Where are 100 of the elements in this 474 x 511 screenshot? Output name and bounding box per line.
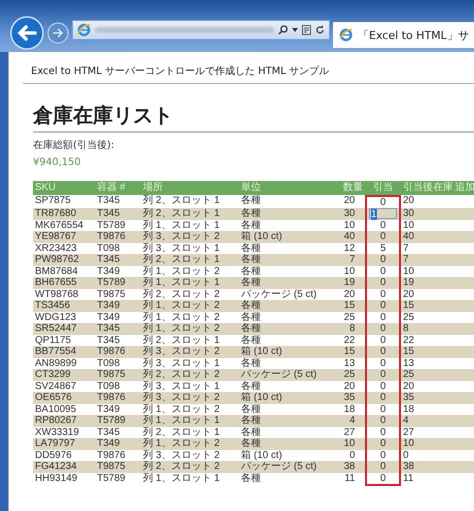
table-cell-text: QP1175 xyxy=(34,334,72,346)
refresh-icon[interactable] xyxy=(315,25,325,35)
table-cell-text: 各種 xyxy=(240,323,262,334)
table-cell-text: 各種 xyxy=(240,277,262,288)
table-cell-text: 10 xyxy=(342,220,356,231)
table-cell-text: 35 xyxy=(342,392,356,404)
browser-logo-icon xyxy=(77,23,91,37)
column-header[interactable]: 場所 xyxy=(141,181,239,194)
table-cell-text: 27 xyxy=(402,426,416,438)
table-cell-text: パッケージ (5 ct) xyxy=(240,369,318,380)
page-icon xyxy=(339,28,353,42)
table-cell-text: 各種 xyxy=(240,254,262,266)
table-cell-text: 7 xyxy=(402,242,410,254)
column-header[interactable]: 引当 xyxy=(365,181,401,194)
table-cell-text: 列 1、スロット 1 xyxy=(142,277,221,288)
table-cell-text: T349 xyxy=(96,300,121,312)
table-cell-text: 各種 xyxy=(240,194,262,208)
table-cell-text: LA79797 xyxy=(34,438,76,450)
column-header[interactable]: 引当後在庫 xyxy=(401,181,453,194)
table-cell-text: T9876 xyxy=(96,450,126,461)
table-cell-text: 25 xyxy=(342,369,356,380)
table-cell-text: XW33319 xyxy=(34,426,80,438)
table-cell-text: 列 3、スロット 1 xyxy=(142,380,221,392)
table-cell-text: CT3299 xyxy=(34,369,72,380)
table-cell-text: 10 xyxy=(402,438,416,450)
page-title: 倉庫在庫リスト xyxy=(33,102,474,133)
table-cell-text: 箱 (10 ct) xyxy=(240,346,284,358)
table-cell-text: T5789 xyxy=(96,472,126,486)
table-cell-text: 列 1、スロット 2 xyxy=(142,312,221,323)
table-cell-text: T345 xyxy=(96,208,121,220)
table-cell-text: 13 xyxy=(342,358,356,369)
table-cell-text: T5789 xyxy=(96,277,126,288)
table-cell-text: RP80267 xyxy=(34,415,78,426)
table-cell-text: 各種 xyxy=(240,266,262,277)
table-cell-text: T098 xyxy=(96,380,121,392)
table-cell-text: PW98762 xyxy=(34,254,80,266)
table-cell-text: 18 xyxy=(402,404,416,415)
table-cell-text: 列 3、スロット 2 xyxy=(142,392,221,404)
allocation-input[interactable]: 1 xyxy=(369,208,397,219)
table-cell-text: 20 xyxy=(342,194,356,208)
table-cell-text: TS3456 xyxy=(34,300,72,312)
table-cell-text: SR52447 xyxy=(34,323,78,334)
table-cell-text: T9876 xyxy=(96,392,126,404)
search-icon[interactable] xyxy=(278,25,288,35)
column-header[interactable]: 容器 # xyxy=(95,181,141,194)
table-cell-text: HH93149 xyxy=(34,472,78,486)
table-cell-text: 8 xyxy=(402,323,410,334)
table-cell-text: OE6576 xyxy=(34,392,73,404)
back-icon[interactable] xyxy=(10,16,44,50)
table-cell-text: WDG123 xyxy=(34,312,78,323)
forward-icon[interactable] xyxy=(47,22,69,44)
column-header[interactable]: 追加 xyxy=(453,181,474,194)
table-cell-text: 箱 (10 ct) xyxy=(240,450,284,461)
table-cell-text: T345 xyxy=(96,323,121,334)
table-cell-text: T9876 xyxy=(96,346,126,358)
table-cell-text: T349 xyxy=(96,438,121,450)
table-cell-text: T9876 xyxy=(96,231,126,242)
table-cell-text: 4 xyxy=(402,415,410,426)
table-cell-text: T349 xyxy=(96,404,121,415)
table-cell-text: パッケージ (5 ct) xyxy=(240,461,318,472)
table-cell-text: T9875 xyxy=(96,461,126,472)
column-header[interactable]: 単位 xyxy=(239,181,323,194)
table-cell-text: 各種 xyxy=(240,242,262,254)
table-cell-text: T349 xyxy=(96,312,121,323)
table-cell-text: 各種 xyxy=(240,334,262,346)
table-cell-text: 10 xyxy=(402,220,416,231)
table-cell-text: 各種 xyxy=(240,415,262,426)
table-cell-text: 20 xyxy=(402,380,416,392)
table-cell-text: 40 xyxy=(402,231,416,242)
table-cell-text: 列 1、スロット 2 xyxy=(142,323,221,334)
table-cell-text: 各種 xyxy=(240,300,262,312)
table-cell-text: 27 xyxy=(342,426,356,438)
table-cell-text: 列 2、スロット 1 xyxy=(142,194,221,208)
table-cell-text: YE98767 xyxy=(34,231,78,242)
table-cell-text: 列 1、スロット 2 xyxy=(142,404,221,415)
address-bar[interactable] xyxy=(72,20,330,40)
table-cell-text: 各種 xyxy=(240,472,262,486)
column-header[interactable]: 数量 xyxy=(323,181,365,194)
table-cell-text: 12 xyxy=(342,242,356,254)
table-cell-text: T345 xyxy=(96,334,121,346)
page-header: Excel to HTML サーバーコントロールで作成した HTML サンプル xyxy=(23,64,474,84)
caret-icon[interactable] xyxy=(292,28,298,32)
browser-tab[interactable]: 「Excel to HTML」サ xyxy=(333,22,474,48)
table-cell-text: 各種 xyxy=(240,358,262,369)
table-cell-text: 35 xyxy=(402,392,416,404)
table-cell-text: 22 xyxy=(402,334,416,346)
table-cell-text: MK676554 xyxy=(34,220,84,231)
table-cell-text: T5789 xyxy=(96,220,126,231)
table-cell-text: SV24867 xyxy=(34,380,78,392)
column-header[interactable]: SKU xyxy=(33,181,95,194)
table-cell-text: 各種 xyxy=(240,312,262,323)
compatibility-icon[interactable] xyxy=(302,25,311,35)
table-cell-text: BM87684 xyxy=(34,266,79,277)
table-cell-text: 各種 xyxy=(240,208,262,220)
table-cell-text: 列 3、スロット 1 xyxy=(142,242,221,254)
table-cell-text: T345 xyxy=(96,426,121,438)
table-cell-text: 列 1、スロット 2 xyxy=(142,266,221,277)
table-cell-text: 列 2、スロット 2 xyxy=(142,369,221,380)
table-cell-text: 7 xyxy=(348,254,356,266)
table-cell-text: 13 xyxy=(402,358,416,369)
